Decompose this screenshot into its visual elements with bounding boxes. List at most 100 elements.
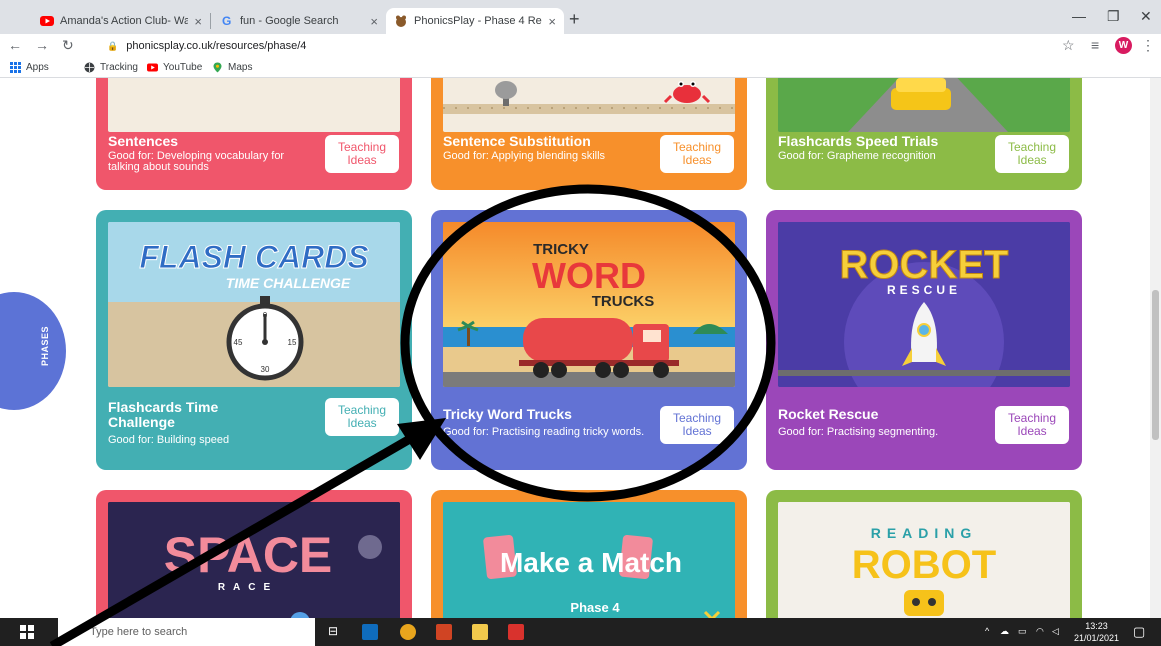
page-content: Sentences Good for: Developing vocabular… bbox=[0, 78, 1150, 618]
space-race-thumbnail: SPACE RACE bbox=[108, 502, 400, 618]
card-tricky-word-trucks[interactable]: TRICKY WORD TRUCKS Tricky Word Trucks Go… bbox=[431, 210, 747, 470]
ideas-label: Ideas bbox=[347, 416, 377, 430]
outlook-icon[interactable] bbox=[362, 624, 378, 640]
teaching-ideas-button[interactable]: Teaching Ideas bbox=[995, 406, 1069, 444]
card-make-a-match[interactable]: Make a Match Phase 4 bbox=[431, 490, 747, 618]
taskbar-clock[interactable]: 13:23 21/01/2021 bbox=[1074, 620, 1119, 644]
teaching-ideas-button[interactable]: Teaching Ideas bbox=[325, 398, 399, 436]
profile-avatar[interactable]: W bbox=[1115, 37, 1132, 54]
card-good-for: Good for: Applying blending skills bbox=[443, 150, 606, 162]
minimize-icon[interactable]: — bbox=[1072, 8, 1086, 24]
apps-grid-icon bbox=[10, 62, 21, 73]
tab-close-icon[interactable]: × bbox=[548, 14, 556, 29]
card-good-for: Good for: Building speed bbox=[108, 434, 230, 446]
card-title: Sentence Substitution bbox=[443, 133, 591, 149]
sentences-thumbnail bbox=[108, 78, 400, 132]
card-title: Sentences bbox=[108, 133, 179, 149]
tricky-word-trucks-thumbnail: TRICKY WORD TRUCKS bbox=[443, 222, 735, 387]
bookmark-maps[interactable]: Maps bbox=[212, 62, 252, 73]
card-space-race[interactable]: SPACE RACE bbox=[96, 490, 412, 618]
scrollbar-thumb[interactable] bbox=[1152, 290, 1159, 440]
forward-icon[interactable]: → bbox=[35, 37, 49, 53]
teaching-ideas-button[interactable]: Teaching Ideas bbox=[995, 135, 1069, 173]
reload-icon[interactable]: ↻ bbox=[62, 37, 74, 54]
svg-text:15: 15 bbox=[288, 338, 297, 347]
file-explorer-icon[interactable] bbox=[472, 624, 488, 640]
youtube-icon bbox=[40, 16, 54, 26]
wifi-icon[interactable]: ◠ bbox=[1036, 626, 1044, 637]
bookmark-tracking[interactable]: Tracking bbox=[84, 62, 138, 73]
globe-icon bbox=[84, 62, 95, 73]
sentence-substitution-art bbox=[443, 81, 735, 114]
tab-title: PhonicsPlay - Phase 4 Resources bbox=[414, 15, 542, 27]
rocket-rescue-art: ROCKET RESCUE bbox=[778, 222, 1070, 387]
reading-robot-thumbnail: READING ROBOT bbox=[778, 502, 1070, 618]
space-race-art: SPACE RACE bbox=[108, 502, 400, 618]
card-rocket-rescue[interactable]: ROCKET RESCUE Rocket Rescue Good for: Pr… bbox=[766, 210, 1082, 470]
flashcards-time-challenge-art: FLASH CARDS TIME CHALLENGE 0 15 30 45 bbox=[108, 222, 400, 387]
restore-icon[interactable]: ❐ bbox=[1107, 8, 1120, 25]
card-flashcards-speed-trials[interactable]: Flashcards Speed Trials Good for: Graphe… bbox=[766, 78, 1082, 190]
tab-close-icon[interactable]: × bbox=[194, 14, 202, 29]
reading-list-icon[interactable]: ≡ bbox=[1091, 37, 1099, 53]
tab-close-icon[interactable]: × bbox=[370, 14, 378, 29]
windows-taskbar: Type here to search ⊟ ^ ☁ ▭ ◠ ◁ 13:23 21… bbox=[0, 618, 1161, 646]
powerpoint-icon[interactable] bbox=[436, 624, 452, 640]
word-logo-text: WORD bbox=[532, 255, 646, 296]
task-view-icon[interactable]: ⊟ bbox=[328, 624, 338, 638]
phase-4-text: Phase 4 bbox=[570, 600, 620, 615]
onedrive-icon[interactable]: ☁ bbox=[1000, 626, 1009, 637]
teaching-ideas-button[interactable]: Teaching Ideas bbox=[660, 406, 734, 444]
bookmarks-bar: Apps Tracking YouTube Maps bbox=[0, 58, 1161, 78]
tab-title: Amanda's Action Club- Warm Up bbox=[60, 15, 189, 27]
make-a-match-art: Make a Match Phase 4 bbox=[443, 502, 735, 618]
bookmark-star-icon[interactable]: ☆ bbox=[1062, 37, 1075, 54]
card-title: Flashcards Time Challenge bbox=[108, 399, 219, 430]
new-tab-button[interactable]: + bbox=[569, 9, 580, 30]
reading-logo-text: READING bbox=[871, 525, 978, 541]
menu-dots-icon[interactable]: ⋮ bbox=[1141, 37, 1155, 54]
page-scrollbar[interactable] bbox=[1150, 78, 1161, 618]
phases-side-tab[interactable] bbox=[0, 292, 66, 410]
speed-trials-thumbnail bbox=[778, 78, 1070, 132]
notifications-icon[interactable]: ▢ bbox=[1133, 624, 1145, 640]
ideas-label: Ideas bbox=[1017, 424, 1047, 438]
teaching-ideas-button[interactable]: Teaching Ideas bbox=[660, 135, 734, 173]
time-challenge-logo-text: TIME CHALLENGE bbox=[226, 275, 351, 291]
bookmark-label: YouTube bbox=[163, 62, 203, 73]
back-icon[interactable]: ← bbox=[8, 37, 22, 53]
race-logo-text: RACE bbox=[218, 582, 278, 593]
tray-chevron-icon[interactable]: ^ bbox=[985, 626, 989, 636]
sentence-substitution-thumbnail bbox=[443, 78, 735, 132]
bookmark-label: Apps bbox=[26, 62, 49, 73]
card-good-for: Good for: Developing vocabulary for talk… bbox=[108, 150, 285, 173]
card-sentences[interactable]: Sentences Good for: Developing vocabular… bbox=[96, 78, 412, 190]
tab-amandas-action-club[interactable]: Amanda's Action Club- Warm Up × bbox=[32, 8, 210, 34]
battery-icon[interactable]: ▭ bbox=[1018, 626, 1027, 637]
robot-logo-text: ROBOT bbox=[852, 543, 996, 587]
trucks-logo-text: TRUCKS bbox=[592, 293, 655, 310]
tab-title: fun - Google Search bbox=[240, 15, 339, 27]
phonicsplay-icon bbox=[396, 15, 406, 27]
tab-google-search[interactable]: G fun - Google Search × bbox=[212, 8, 386, 34]
close-window-icon[interactable]: ✕ bbox=[1140, 8, 1152, 25]
acrobat-icon[interactable] bbox=[508, 624, 524, 640]
teaching-ideas-button[interactable]: Teaching Ideas bbox=[325, 135, 399, 173]
bookmark-apps[interactable]: Apps bbox=[10, 62, 49, 73]
card-flashcards-time-challenge[interactable]: FLASH CARDS TIME CHALLENGE 0 15 30 45 Fl… bbox=[96, 210, 412, 470]
clock-date: 21/01/2021 bbox=[1074, 633, 1120, 643]
tab-phonicsplay[interactable]: PhonicsPlay - Phase 4 Resources × bbox=[386, 8, 564, 34]
chrome-icon[interactable] bbox=[400, 624, 416, 640]
card-good-for: Good for: Practising segmenting. bbox=[778, 426, 939, 438]
windows-start-icon[interactable] bbox=[20, 625, 34, 639]
taskbar-search-box[interactable]: Type here to search bbox=[58, 618, 315, 646]
bookmark-youtube[interactable]: YouTube bbox=[147, 62, 202, 73]
svg-text:G: G bbox=[222, 14, 231, 28]
card-title: Tricky Word Trucks bbox=[443, 406, 572, 422]
card-sentence-substitution[interactable]: Sentence Substitution Good for: Applying… bbox=[431, 78, 747, 190]
svg-text:0: 0 bbox=[263, 311, 268, 320]
volume-icon[interactable]: ◁ bbox=[1052, 626, 1059, 637]
youtube-icon bbox=[147, 63, 158, 72]
card-reading-robot[interactable]: READING ROBOT bbox=[766, 490, 1082, 618]
address-bar[interactable]: 🔒 phonicsplay.co.uk/resources/phase/4 bbox=[107, 36, 1087, 56]
